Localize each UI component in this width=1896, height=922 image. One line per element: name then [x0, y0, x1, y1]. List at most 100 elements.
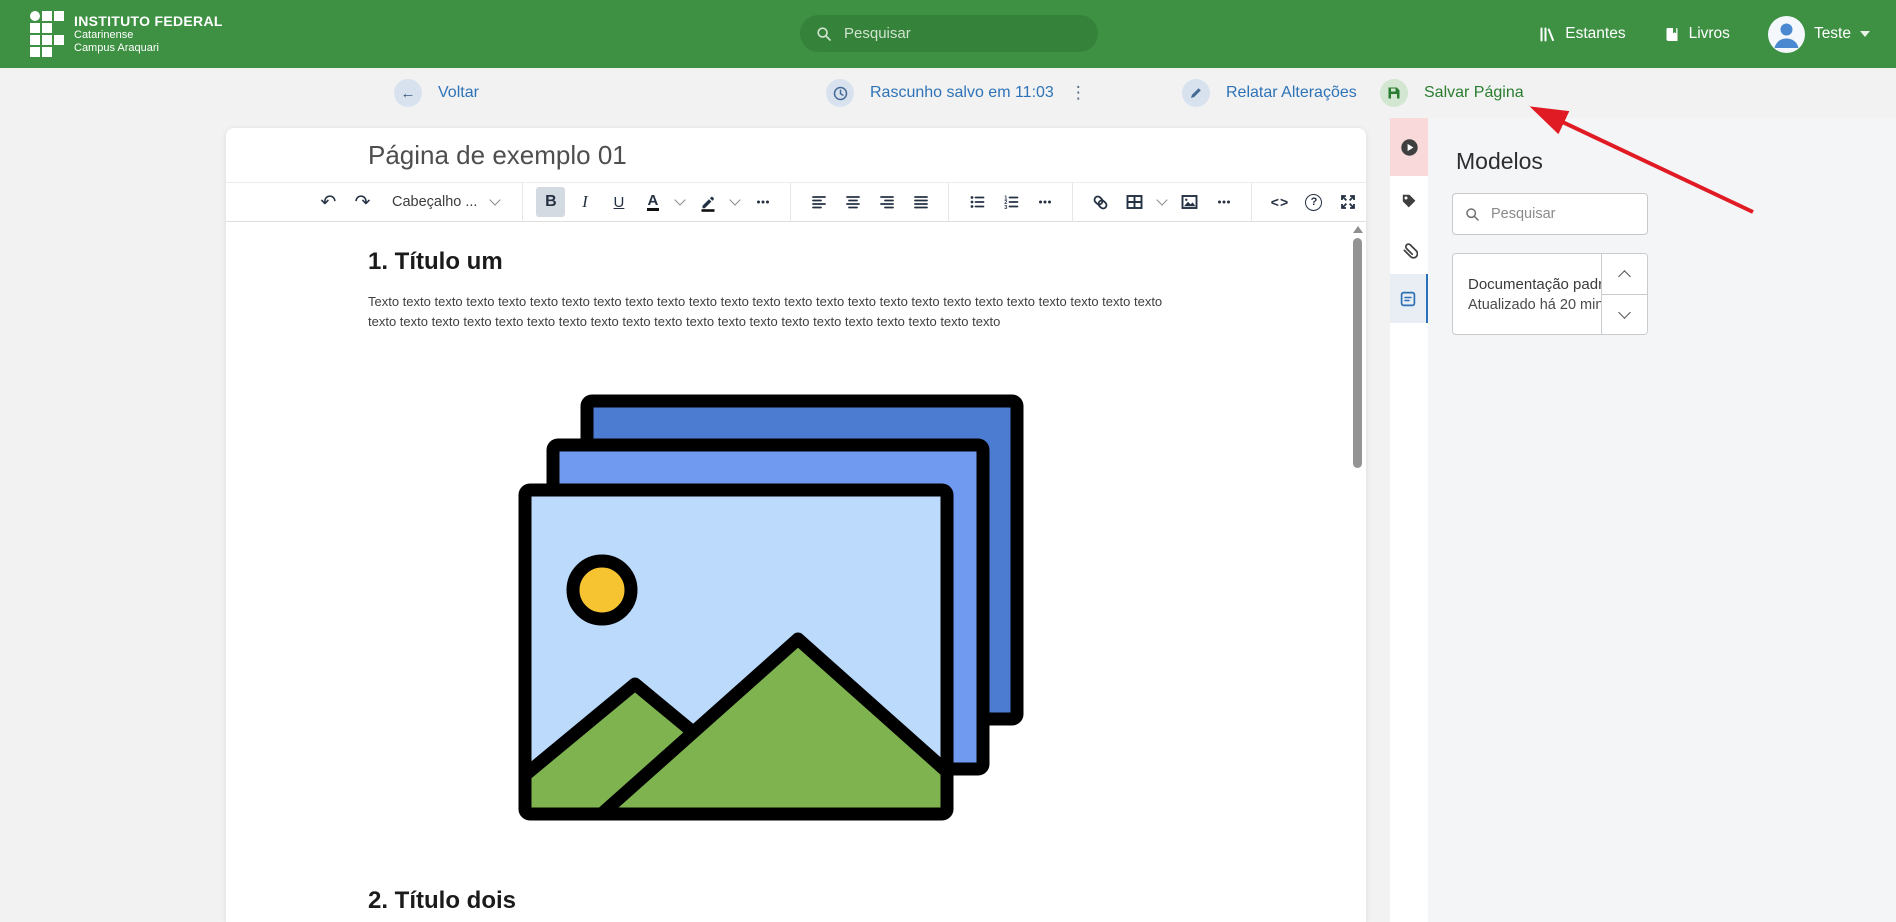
logo-title: INSTITUTO FEDERAL [74, 13, 223, 29]
back-arrow-icon: ← [401, 86, 416, 101]
toolbar-separator [522, 183, 523, 222]
insert-table-button[interactable] [1120, 187, 1149, 217]
align-left-button[interactable] [804, 187, 833, 217]
table-icon [1125, 193, 1144, 211]
template-updated: Atualizado há 20 minutos [1468, 297, 1601, 313]
align-right-button[interactable] [872, 187, 901, 217]
draft-options-kebab-icon[interactable]: ⋮ [1066, 83, 1091, 103]
save-icon [1387, 86, 1401, 100]
toolbar-separator [948, 183, 949, 222]
text-color-menu-button[interactable] [672, 187, 688, 217]
bookshelf-icon [1539, 26, 1556, 43]
text-color-button[interactable]: A [638, 187, 667, 217]
help-button[interactable]: ? [1299, 187, 1328, 217]
source-code-button[interactable]: <> [1265, 187, 1294, 217]
report-changes-button[interactable]: Relatar Alterações [1182, 68, 1357, 118]
tab-tags[interactable] [1390, 176, 1428, 225]
format-more-button[interactable] [748, 187, 777, 217]
chevron-down-icon [1618, 306, 1631, 319]
highlighter-icon [699, 193, 717, 212]
user-menu[interactable]: Teste [1768, 16, 1870, 53]
toolbar-separator [790, 183, 791, 222]
italic-button[interactable]: I [570, 187, 599, 217]
editor-scrollbar[interactable] [1352, 224, 1363, 922]
search-icon [816, 26, 832, 42]
tab-attachments[interactable] [1390, 225, 1428, 274]
nav-shelves-label: Estantes [1565, 25, 1625, 43]
templates-search-input[interactable] [1489, 205, 1635, 223]
page-action-bar: ← Voltar Rascunho salvo em 11:03 ⋮ Relat… [0, 68, 1896, 118]
global-search[interactable] [800, 15, 1098, 52]
table-menu-button[interactable] [1154, 187, 1170, 217]
back-label: Voltar [438, 84, 479, 102]
nav-shelves[interactable]: Estantes [1539, 25, 1625, 43]
bold-button[interactable]: B [536, 187, 565, 217]
editor-content[interactable]: 1. Título um Texto texto texto texto tex… [226, 222, 1366, 915]
template-list-item[interactable]: Documentação padrão Atualizado há 20 min… [1452, 253, 1648, 335]
underline-button[interactable]: U [604, 187, 633, 217]
highlight-color-button[interactable] [693, 187, 722, 217]
templates-search[interactable] [1452, 193, 1648, 235]
template-info: Documentação padrão Atualizado há 20 min… [1453, 254, 1601, 334]
back-circle: ← [394, 79, 422, 107]
draft-status-group[interactable]: Rascunho salvo em 11:03 ⋮ [826, 68, 1091, 118]
fullscreen-button[interactable] [1333, 187, 1362, 217]
insert-link-button[interactable] [1086, 187, 1115, 217]
highlight-color-menu-button[interactable] [727, 187, 743, 217]
align-justify-icon [912, 193, 930, 211]
more-dots-icon [754, 193, 772, 211]
redo-button[interactable]: ↷ [348, 187, 377, 217]
caret-down-icon [1860, 31, 1870, 37]
header-nav: Estantes Livros Teste [1539, 0, 1870, 68]
save-page-button[interactable]: Salvar Página [1380, 68, 1524, 118]
back-button[interactable]: ← Voltar [394, 68, 479, 118]
undo-button[interactable]: ↶ [314, 187, 343, 217]
insert-image-button[interactable] [1175, 187, 1204, 217]
app-logo[interactable]: INSTITUTO FEDERAL Catarinense Campus Ara… [30, 11, 223, 57]
insert-more-button[interactable] [1209, 187, 1238, 217]
tab-templates[interactable] [1390, 274, 1428, 323]
tab-pointer[interactable] [1390, 118, 1428, 176]
chevron-down-icon [675, 194, 686, 205]
chevron-down-icon [1157, 194, 1168, 205]
scrollbar-thumb[interactable] [1353, 238, 1362, 468]
templates-panel-title: Modelos [1456, 148, 1896, 175]
redo-icon: ↷ [355, 193, 371, 212]
list-more-button[interactable] [1030, 187, 1059, 217]
chevron-down-icon [490, 194, 501, 205]
align-center-button[interactable] [838, 187, 867, 217]
numbered-list-button[interactable]: 123 [996, 187, 1025, 217]
book-icon [1664, 26, 1680, 43]
pencil-circle [1182, 79, 1210, 107]
insert-above-button[interactable] [1602, 254, 1647, 294]
editor-toolbar: ↶ ↷ Cabeçalho ... B I U A [226, 183, 1366, 222]
bullet-list-icon [968, 193, 986, 211]
heading-select[interactable]: Cabeçalho ... [382, 187, 509, 217]
logo-subtitle-1: Catarinense [74, 29, 223, 42]
page-title-input[interactable] [366, 139, 1226, 172]
save-circle [1380, 79, 1408, 107]
chevron-down-icon [730, 194, 741, 205]
app-header: INSTITUTO FEDERAL Catarinense Campus Ara… [0, 0, 1896, 68]
help-icon: ? [1305, 194, 1322, 211]
numbered-list-icon: 123 [1002, 193, 1020, 211]
logo-text: INSTITUTO FEDERAL Catarinense Campus Ara… [74, 13, 223, 54]
align-justify-button[interactable] [906, 187, 935, 217]
avatar [1768, 16, 1805, 53]
play-circle-icon [1400, 138, 1419, 157]
bullet-list-button[interactable] [962, 187, 991, 217]
clock-icon [833, 86, 848, 101]
content-image-stacked-photos[interactable] [517, 393, 1027, 823]
code-icon: <> [1271, 194, 1289, 210]
insert-below-button[interactable] [1602, 294, 1647, 335]
scrollbar-up-arrow-icon[interactable] [1353, 226, 1363, 233]
nav-books-label: Livros [1689, 25, 1730, 43]
clock-circle [826, 79, 854, 107]
search-input[interactable] [842, 24, 1082, 43]
paperclip-icon [1400, 241, 1418, 259]
align-left-icon [810, 193, 828, 211]
save-page-label: Salvar Página [1424, 84, 1524, 102]
nav-books[interactable]: Livros [1664, 25, 1730, 43]
align-right-icon [878, 193, 896, 211]
fullscreen-icon [1339, 193, 1357, 211]
